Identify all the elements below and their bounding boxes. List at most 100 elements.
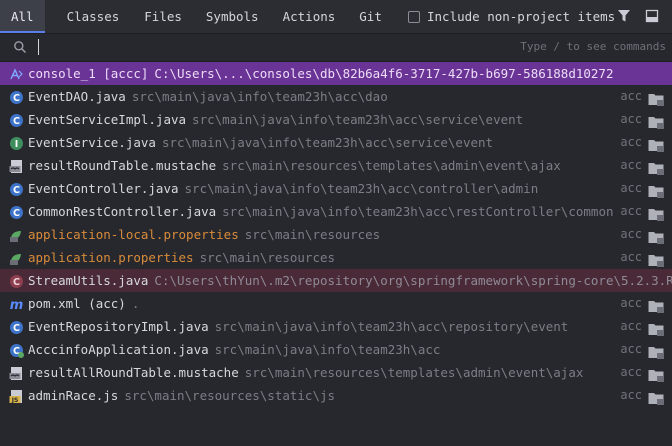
result-text: console_1 [accc] C:\Users\...\consoles\db…	[28, 62, 614, 85]
results-list: console_1 [accc] C:\Users\...\consoles\db…	[0, 62, 672, 407]
result-text: resultAllRoundTable.mustache src\main\res…	[28, 361, 583, 384]
result-text: application.properties src\main\resources	[28, 246, 335, 269]
svg-text:m: m	[10, 298, 24, 312]
result-path: src\main\java\info\team23h\acc\service\e…	[161, 135, 494, 150]
module-folder-icon	[648, 297, 664, 313]
module-folder-icon	[648, 113, 664, 129]
tab-git[interactable]: Git	[347, 0, 394, 33]
result-name: EventRepositoryImpl.java	[28, 319, 209, 334]
result-module: acc	[620, 319, 642, 333]
tab-classes[interactable]: Classes	[55, 0, 132, 33]
tab-symbols[interactable]: Symbols	[194, 0, 271, 33]
js-file-icon: JS	[9, 388, 24, 404]
result-text: pom.xml (acc).	[28, 292, 139, 315]
result-row[interactable]: C CommonRestController.java src\main\java\…	[0, 200, 672, 223]
result-name: resultRoundTable.mustache	[28, 158, 217, 173]
result-module: acc	[620, 296, 642, 310]
open-in-tool-window-icon[interactable]	[645, 9, 659, 23]
result-text: adminRace.js src\main\resources\static\js	[28, 384, 335, 407]
module-folder-icon	[648, 228, 664, 244]
result-row[interactable]: C EventController.java src\main\java\info\…	[0, 177, 672, 200]
class-icon: C	[9, 319, 24, 334]
module-folder-icon	[648, 159, 664, 175]
text-caret	[38, 39, 39, 55]
svg-text:C: C	[13, 185, 20, 196]
tab-actions[interactable]: Actions	[271, 0, 348, 33]
svg-text:I: I	[15, 139, 19, 150]
result-row[interactable]: I EventService.java src\main\java\info\tea…	[0, 131, 672, 154]
result-name: resultAllRoundTable.mustache	[28, 365, 239, 380]
result-row[interactable]: application.properties src\main\resources…	[0, 246, 672, 269]
svg-text:C: C	[13, 277, 20, 288]
module-folder-icon	[648, 251, 664, 267]
result-row[interactable]: C EventRepositoryImpl.java src\main\java\i…	[0, 315, 672, 338]
svg-text:C: C	[13, 116, 20, 127]
result-row[interactable]: C AcccinfoApplication.java src\main\java\i…	[0, 338, 672, 361]
result-module: acc	[620, 365, 642, 379]
maven-icon: m	[9, 296, 24, 313]
result-name: AcccinfoApplication.java	[28, 342, 209, 357]
result-name: application-local.properties	[28, 227, 239, 242]
include-non-project-toggle[interactable]: Include non-project items	[408, 9, 615, 24]
result-path: src\main\java\info\team23h\acc\dao	[131, 89, 388, 104]
library-class-icon: C	[9, 273, 24, 288]
spring-properties-icon	[9, 227, 24, 242]
class-icon: C	[9, 112, 24, 127]
result-name: pom.xml (acc)	[28, 296, 126, 311]
result-row[interactable]: C EventDAO.java src\main\java\info\team23h…	[0, 85, 672, 108]
result-module: acc	[620, 250, 642, 264]
spring-properties-icon	[9, 250, 24, 265]
result-text: EventController.java src\main\java\info\t…	[28, 177, 538, 200]
result-path: C:\Users\...\consoles\db\82b6a4f6-3717-4…	[154, 66, 614, 81]
result-module: acc	[620, 181, 642, 195]
mustache-file-icon	[9, 365, 24, 380]
result-name: EventServiceImpl.java	[28, 112, 187, 127]
result-path: src\main\java\info\team23h\acc\controlle…	[184, 181, 539, 196]
search-input[interactable]	[42, 37, 506, 59]
search-icon	[14, 41, 27, 54]
result-row[interactable]: resultAllRoundTable.mustache src\main\res…	[0, 361, 672, 384]
result-module: acc	[620, 89, 642, 103]
result-row[interactable]: resultRoundTable.mustache src\main\resour…	[0, 154, 672, 177]
include-non-project-checkbox[interactable]	[408, 10, 420, 23]
result-row[interactable]: console_1 [accc] C:\Users\...\consoles\db…	[0, 62, 672, 85]
class-icon: C	[9, 89, 24, 104]
result-row[interactable]: application-local.properties src\main\res…	[0, 223, 672, 246]
module-folder-icon	[648, 343, 664, 359]
result-module: acc	[620, 158, 642, 172]
result-text: AcccinfoApplication.java src\main\java\in…	[28, 338, 440, 361]
console-icon	[9, 66, 24, 81]
result-name: adminRace.js	[28, 388, 119, 403]
svg-text:C: C	[13, 93, 20, 104]
module-folder-icon	[648, 320, 664, 336]
result-row[interactable]: JS adminRace.js src\main\resources\static\…	[0, 384, 672, 407]
result-path: src\main\resources	[244, 227, 381, 242]
result-text: StreamUtils.java C:\Users\thYun\.m2\repos…	[28, 269, 672, 292]
result-name: application.properties	[28, 250, 194, 265]
result-module: acc	[620, 112, 642, 126]
tab-all[interactable]: All	[0, 0, 45, 33]
result-row[interactable]: m pom.xml (acc). acc	[0, 292, 672, 315]
result-path: src\main\java\info\team23h\acc\repositor…	[214, 319, 569, 334]
filter-icon[interactable]	[617, 9, 631, 23]
result-module: acc	[620, 227, 642, 241]
result-path: src\main\resources\static\js	[124, 388, 336, 403]
result-text: EventRepositoryImpl.java src\main\java\in…	[28, 315, 568, 338]
result-path: src\main\java\info\team23h\acc\service\e…	[192, 112, 524, 127]
result-row[interactable]: C EventServiceImpl.java src\main\java\info…	[0, 108, 672, 131]
result-path: src\main\resources\templates\admin\event…	[244, 365, 584, 380]
tab-files[interactable]: Files	[132, 0, 194, 33]
class-icon: C	[9, 181, 24, 196]
result-path: C:\Users\thYun\.m2\repository\org\spring…	[154, 273, 672, 288]
result-module: acc	[620, 204, 642, 218]
result-path: src\main\resources\templates\admin\event…	[222, 158, 561, 173]
result-row[interactable]: C StreamUtils.java C:\Users\thYun\.m2\repo…	[0, 269, 672, 292]
result-text: EventServiceImpl.java src\main\java\info\…	[28, 108, 523, 131]
result-text: application-local.properties src\main\res…	[28, 223, 380, 246]
mustache-file-icon	[9, 158, 24, 173]
module-folder-icon	[648, 366, 664, 382]
class-icon: C	[9, 204, 24, 219]
result-module: acc	[620, 135, 642, 149]
result-path: src\main\resources	[199, 250, 336, 265]
result-text: CommonRestController.java src\main\java\i…	[28, 200, 614, 223]
